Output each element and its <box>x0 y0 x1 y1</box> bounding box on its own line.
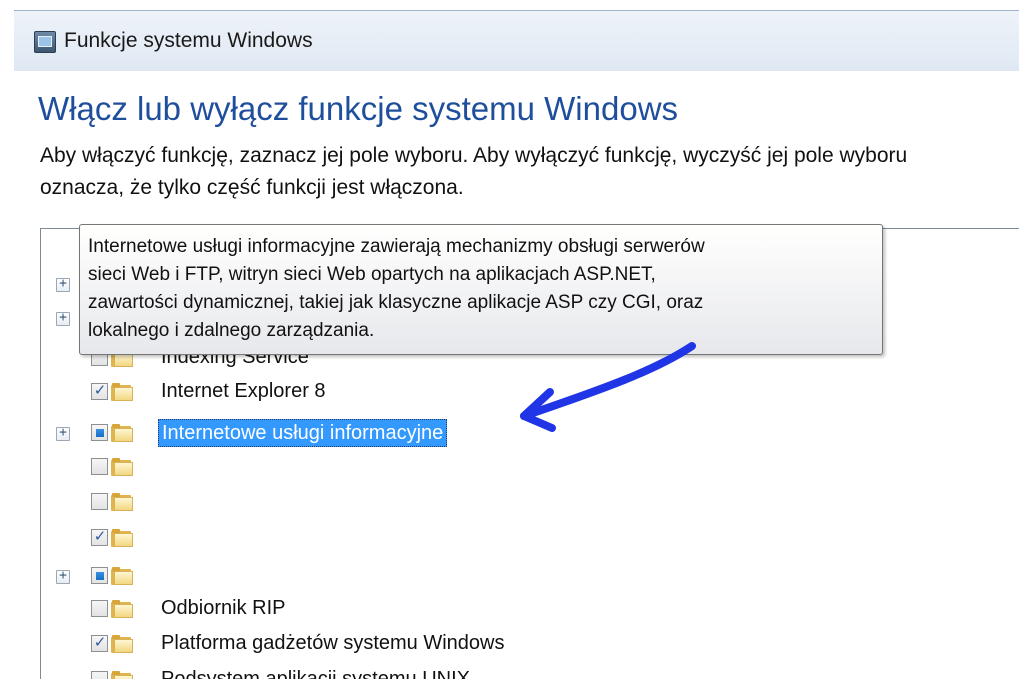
folder-icon <box>111 424 135 442</box>
folder-icon <box>111 458 135 476</box>
partial-check-icon <box>96 572 104 580</box>
feature-checkbox[interactable] <box>91 671 108 679</box>
partial-checkbox[interactable] <box>91 424 108 441</box>
instructions-line-2: oznacza, że tylko część funkcji jest włą… <box>40 176 464 199</box>
feature-tooltip: Internetowe usługi informacyjne zawieraj… <box>79 224 883 355</box>
tree-row[interactable]: ✓ <box>41 520 1001 554</box>
title-bar[interactable]: Funkcje systemu Windows <box>14 10 1019 71</box>
tooltip-line-4: lokalnego i zdalnego zarządzania. <box>88 320 375 341</box>
folder-icon <box>111 529 135 547</box>
tree-row[interactable]: ✓ Platforma gadżetów systemu Windows <box>41 626 1001 660</box>
tree-row[interactable] <box>41 484 1001 518</box>
blue-arrow-annotation <box>520 342 696 432</box>
tree-item-label: Internet Explorer 8 <box>161 380 326 402</box>
plus-icon: + <box>59 425 67 440</box>
expand-plus-icon[interactable]: + <box>56 310 70 326</box>
expand-plus-icon[interactable]: + <box>56 568 70 584</box>
folder-icon <box>111 493 135 511</box>
folder-icon-part <box>114 571 133 585</box>
partial-checkbox[interactable] <box>91 567 108 584</box>
window-title: Funkcje systemu Windows <box>64 29 313 52</box>
windows-features-dialog: Funkcje systemu Windows Włącz lub wyłącz… <box>0 0 1019 679</box>
feature-checkbox[interactable]: ✓ <box>91 527 108 546</box>
folder-icon-part <box>114 639 133 653</box>
folder-icon <box>111 671 135 679</box>
checkmark-icon: ✓ <box>93 527 107 545</box>
page-title: Włącz lub wyłącz funkcje systemu Windows <box>38 90 679 127</box>
windows-features-icon <box>34 31 56 53</box>
tree-item-label: Odbiornik RIP <box>161 597 286 619</box>
checkmark-icon: ✓ <box>93 633 107 651</box>
folder-icon-part <box>114 675 133 679</box>
plus-icon: + <box>59 310 67 325</box>
tree-item-label: Podsystem aplikacji systemu UNIX <box>161 668 470 679</box>
feature-checkbox[interactable]: ✓ <box>91 633 108 652</box>
tree-item-label: Platforma gadżetów systemu Windows <box>161 632 505 654</box>
folder-icon-part <box>114 462 133 476</box>
partial-check-icon <box>96 429 104 437</box>
tree-row[interactable] <box>41 449 1001 483</box>
folder-icon-part <box>114 428 133 442</box>
instructions-line-1: Aby włączyć funkcję, zaznacz jej pole wy… <box>40 144 908 167</box>
folder-icon <box>111 600 135 618</box>
feature-checkbox[interactable]: ✓ <box>91 381 108 400</box>
tree-row[interactable]: Podsystem aplikacji systemu UNIX <box>41 662 1001 679</box>
tree-row[interactable]: Odbiornik RIP <box>41 591 1001 625</box>
plus-icon: + <box>59 568 67 583</box>
instructions-text: Aby włączyć funkcję, zaznacz jej pole wy… <box>40 140 1019 204</box>
tooltip-line-2: sieci Web i FTP, witryn sieci Web oparty… <box>88 264 656 285</box>
expand-plus-icon[interactable]: + <box>56 425 70 441</box>
folder-icon-part <box>114 533 133 547</box>
folder-icon-part <box>114 604 133 618</box>
folder-icon-part <box>114 497 133 511</box>
tree-item-label: Internetowe usługi informacyjne <box>158 419 448 447</box>
tooltip-line-1: Internetowe usługi informacyjne zawieraj… <box>88 236 705 257</box>
folder-icon <box>111 567 135 585</box>
expand-plus-icon[interactable]: + <box>56 276 70 292</box>
feature-checkbox[interactable] <box>91 458 108 475</box>
folder-icon-part <box>114 387 133 401</box>
tooltip-text: Internetowe usługi informacyjne zawieraj… <box>88 233 868 345</box>
folder-icon <box>111 635 135 653</box>
tooltip-line-3: zawartości dynamicznej, takiej jak klasy… <box>88 292 704 313</box>
folder-icon-part <box>114 353 133 367</box>
feature-checkbox[interactable] <box>91 493 108 510</box>
tree-row[interactable]: + <box>41 558 1001 592</box>
checkmark-icon: ✓ <box>93 381 107 399</box>
feature-checkbox[interactable] <box>91 600 108 617</box>
folder-icon <box>111 383 135 401</box>
plus-icon: + <box>59 276 67 291</box>
